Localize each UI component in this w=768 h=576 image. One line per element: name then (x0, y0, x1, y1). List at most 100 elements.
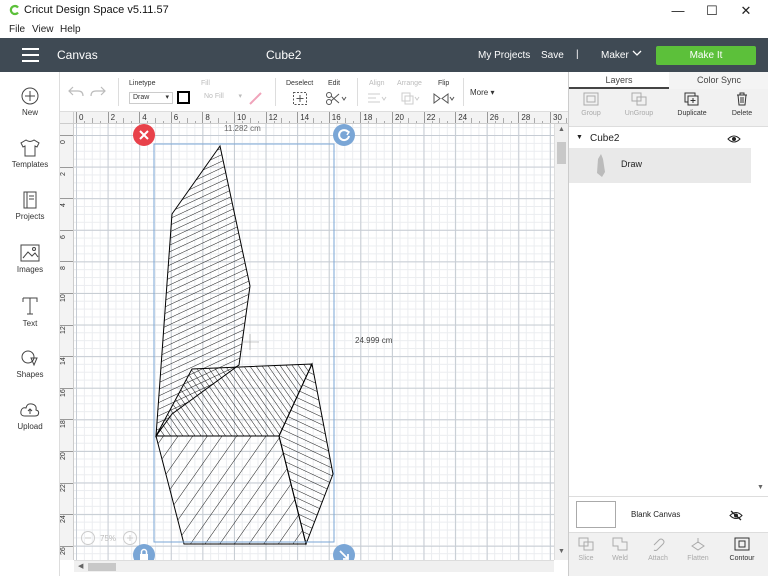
horizontal-scroll-thumb[interactable] (88, 563, 116, 571)
contour-button[interactable]: Contour (719, 537, 765, 562)
shirt-icon (20, 139, 40, 157)
new-tool[interactable]: New (0, 86, 60, 117)
visibility-eye-icon[interactable] (727, 134, 741, 144)
undo-icon[interactable] (68, 84, 84, 98)
ruler-label: 6 (173, 113, 179, 122)
ruler-label: 12 (60, 325, 67, 334)
ruler-tick (518, 112, 520, 123)
duplicate-button[interactable]: Duplicate (667, 92, 717, 117)
arrange-label: Arrange (397, 80, 422, 87)
align-icon (368, 93, 387, 103)
scissors-icon[interactable] (325, 91, 349, 106)
projects-tool[interactable]: Projects (0, 190, 60, 221)
tab-layers[interactable]: Layers (569, 72, 669, 89)
group-button[interactable]: Group (566, 92, 616, 117)
scroll-up-icon[interactable]: ▲ (558, 126, 565, 133)
design-canvas[interactable]: 11.282 cm 24.999 cm (74, 124, 554, 560)
zoom-in-icon[interactable] (122, 530, 138, 546)
zoom-level: 75% (100, 534, 117, 543)
group-icon (583, 92, 599, 106)
my-projects-link[interactable]: My Projects (478, 50, 530, 61)
shapes-icon (21, 350, 38, 367)
hamburger-menu-icon[interactable] (22, 48, 39, 62)
make-it-button[interactable]: Make It (656, 46, 756, 65)
flip-icon[interactable] (432, 91, 456, 106)
layers-panel: Layers Color Sync Group UnGroup Duplicat… (568, 72, 768, 576)
menu-view[interactable]: View (32, 24, 54, 35)
ungroup-button[interactable]: UnGroup (614, 92, 664, 117)
layer-group-row[interactable]: ▼ Cube2 (569, 132, 751, 148)
deselect-icon[interactable] (292, 91, 308, 106)
ruler-label: 22 (60, 483, 67, 492)
scroll-down-icon[interactable]: ▼ (757, 484, 764, 491)
close-window-button[interactable]: ✕ (729, 1, 763, 21)
zoom-control: 75% (80, 530, 138, 546)
machine-selector[interactable]: Maker (601, 50, 629, 61)
flatten-button[interactable]: Flatten (675, 537, 721, 562)
maximize-button[interactable]: ☐ (695, 1, 729, 21)
tool-label: Projects (15, 212, 45, 221)
resize-handle[interactable] (333, 544, 355, 560)
rotate-handle[interactable] (333, 124, 355, 146)
horizontal-scrollbar[interactable]: ◀ (74, 560, 554, 572)
vertical-scroll-thumb[interactable] (557, 142, 566, 164)
ruler-label: 8 (205, 113, 210, 122)
templates-tool[interactable]: Templates (0, 138, 60, 169)
fill-select[interactable]: No Fill ▾ (201, 92, 245, 104)
ruler-label: 26 (60, 547, 67, 555)
bottom-actions-bar: Slice Weld Attach Flatten Contour (569, 532, 768, 576)
lock-handle[interactable] (133, 544, 155, 560)
close-icon (139, 130, 149, 140)
ruler-label: 4 (142, 113, 147, 122)
minimize-button[interactable]: — (661, 1, 695, 21)
ruler-label: 24 (60, 515, 67, 524)
menu-file[interactable]: File (9, 24, 25, 35)
edit-label: Edit (328, 80, 341, 87)
upload-tool[interactable]: Upload (0, 400, 60, 431)
collapse-caret-icon[interactable]: ▼ (576, 134, 583, 141)
text-icon (22, 297, 38, 315)
tab-color-sync[interactable]: Color Sync (669, 72, 768, 89)
caret-down-icon: ▾ (238, 93, 242, 100)
panel-scrollbar[interactable]: ▼ (751, 128, 768, 496)
ruler-tick (76, 112, 77, 123)
ungroup-icon (631, 92, 647, 106)
attach-label: Attach (648, 555, 668, 562)
plus-circle-icon (21, 87, 39, 105)
images-tool[interactable]: Images (0, 243, 60, 274)
layer-name: Draw (621, 159, 643, 169)
tool-label: Text (22, 319, 38, 328)
delete-button[interactable]: Delete (717, 92, 767, 117)
pen-color-swatch[interactable] (177, 91, 190, 104)
cube-drawing[interactable] (74, 124, 554, 560)
scroll-left-icon[interactable]: ◀ (78, 562, 83, 570)
save-link[interactable]: Save (541, 50, 564, 61)
ruler-label: 20 (60, 452, 67, 460)
shapes-tool[interactable]: Shapes (0, 348, 60, 379)
blank-canvas-swatch[interactable] (576, 501, 616, 528)
zoom-out-icon[interactable] (80, 530, 96, 546)
text-tool[interactable]: Text (0, 295, 60, 328)
tool-label: Shapes (16, 370, 44, 379)
chevron-down-icon[interactable] (631, 47, 643, 59)
ruler-tick (297, 112, 299, 123)
toolbar-divider (357, 78, 358, 106)
menu-help[interactable]: Help (60, 24, 81, 35)
ruler-tick (392, 112, 393, 123)
blank-canvas-row: Blank Canvas (569, 496, 768, 532)
toolbar-divider (463, 78, 464, 106)
delete-handle[interactable] (133, 124, 155, 146)
more-menu[interactable]: More ▾ (470, 88, 494, 97)
rotate-icon (338, 129, 351, 142)
ruler-label: 10 (60, 294, 67, 302)
ruler-tick (202, 112, 204, 123)
layer-item[interactable]: Draw (569, 148, 751, 183)
tool-label: Upload (17, 422, 43, 431)
hidden-eye-icon[interactable] (729, 510, 743, 521)
redo-icon[interactable] (90, 84, 106, 98)
toolbar-divider (275, 78, 276, 106)
ruler-tick (423, 112, 425, 123)
vertical-scrollbar[interactable]: ▲ ▼ (554, 124, 568, 560)
linetype-select[interactable]: Draw ▾ (129, 92, 173, 104)
paperclip-icon (653, 538, 665, 551)
